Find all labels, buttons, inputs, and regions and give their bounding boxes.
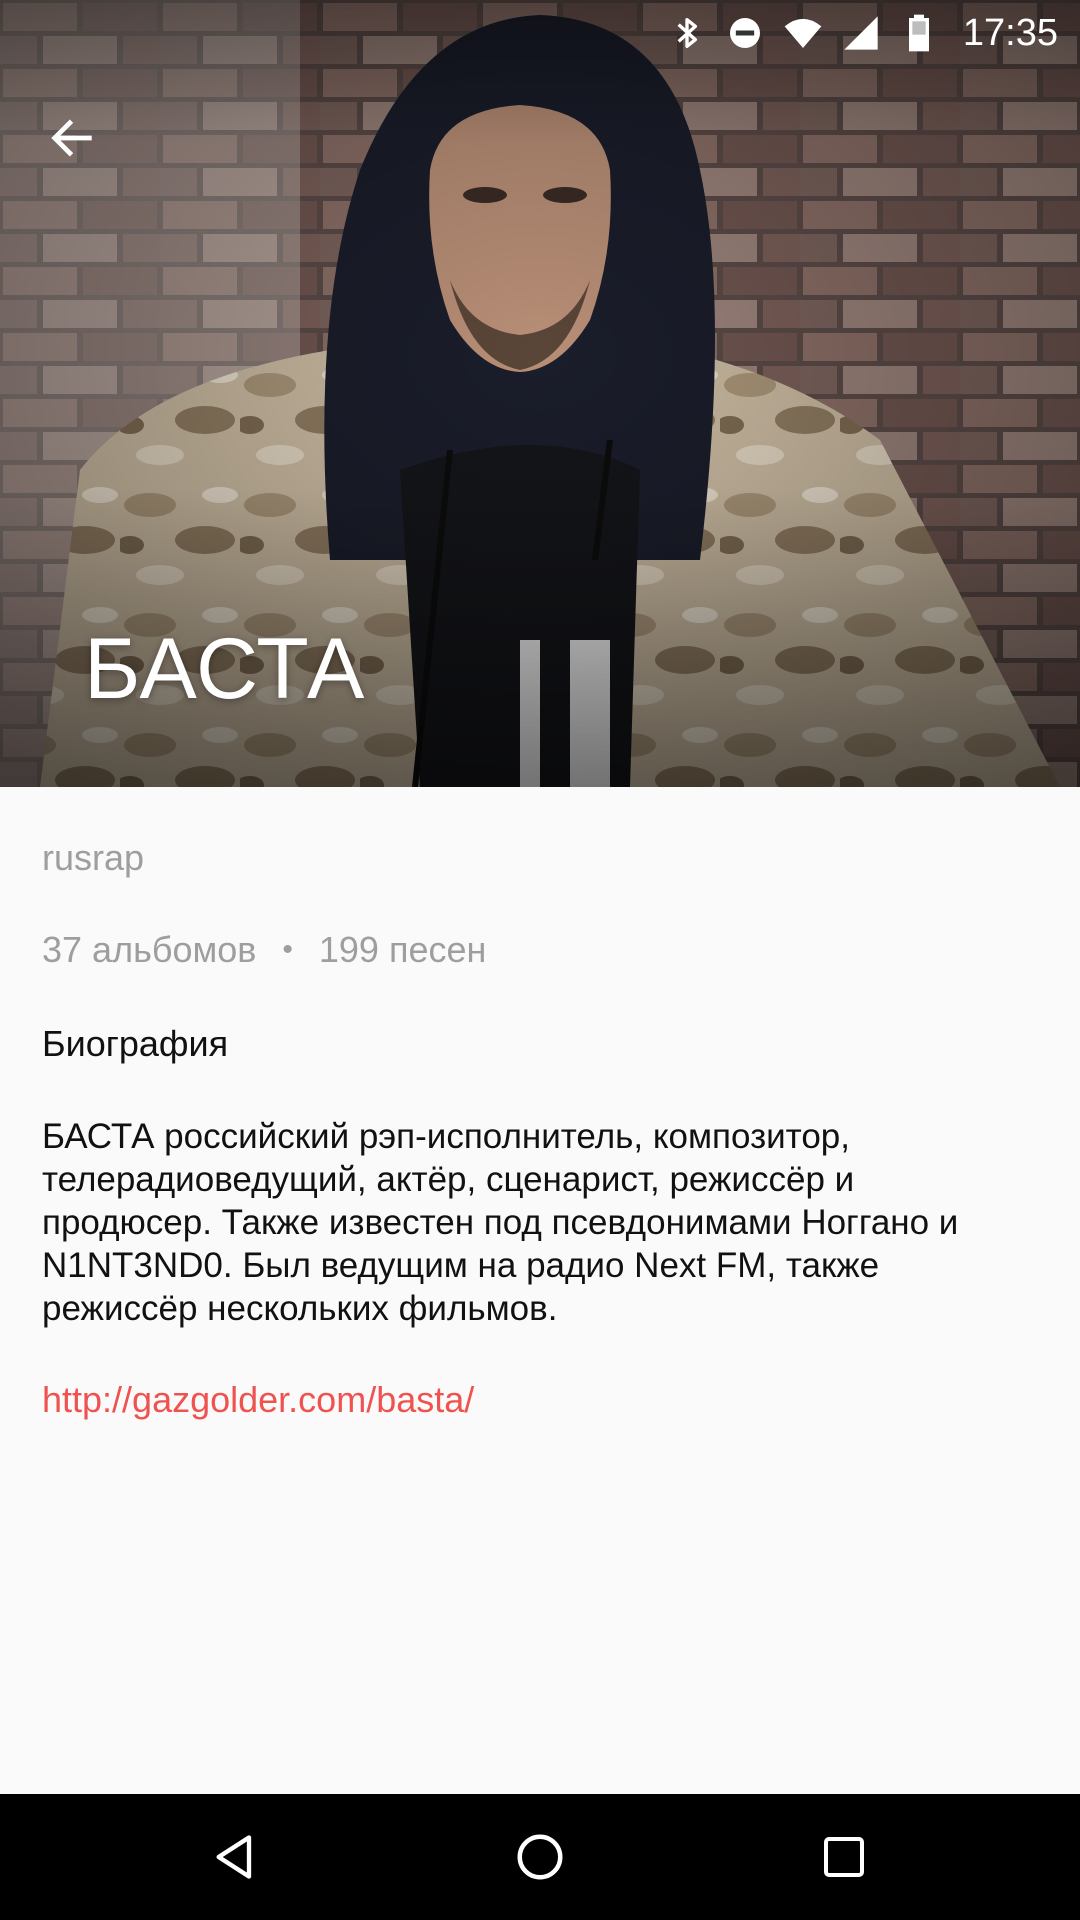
status-time: 17:35 [962,11,1058,54]
wifi-icon [784,18,822,48]
navigation-bar [0,1794,1080,1920]
bluetooth-icon [677,18,697,48]
biography-heading: Биография [42,1023,229,1064]
nav-back-icon [216,1835,252,1879]
artist-hero-image: 17:35 БАСТА [0,0,1080,787]
songs-count: 199 песен [318,929,487,970]
nav-back-button[interactable] [136,1794,336,1920]
artist-stats: 37 альбомов • 199 песен [42,929,486,971]
back-arrow-icon [51,119,92,157]
biography-text: БАСТА российский рэп-исполнитель, композ… [42,1117,959,1328]
nav-home-button[interactable] [440,1794,640,1920]
nav-recents-icon [824,1837,864,1877]
status-bar: 17:35 [0,0,1080,66]
battery-icon [908,14,929,52]
artist-name: БАСТА [84,621,366,717]
back-button[interactable] [34,100,110,176]
artist-genre: rusrap [42,837,145,878]
nav-home-icon [517,1834,563,1880]
albums-count: 37 альбомов [42,929,257,970]
signal-icon [844,16,878,50]
artist-website-link[interactable]: http://gazgolder.com/basta/ [42,1379,474,1421]
do-not-disturb-icon [729,18,760,48]
nav-recents-button[interactable] [744,1794,944,1920]
artist-screen: 17:35 БАСТА rusrap 37 альбомов • 199 пес… [0,0,1080,1920]
stats-separator: • [282,933,293,966]
